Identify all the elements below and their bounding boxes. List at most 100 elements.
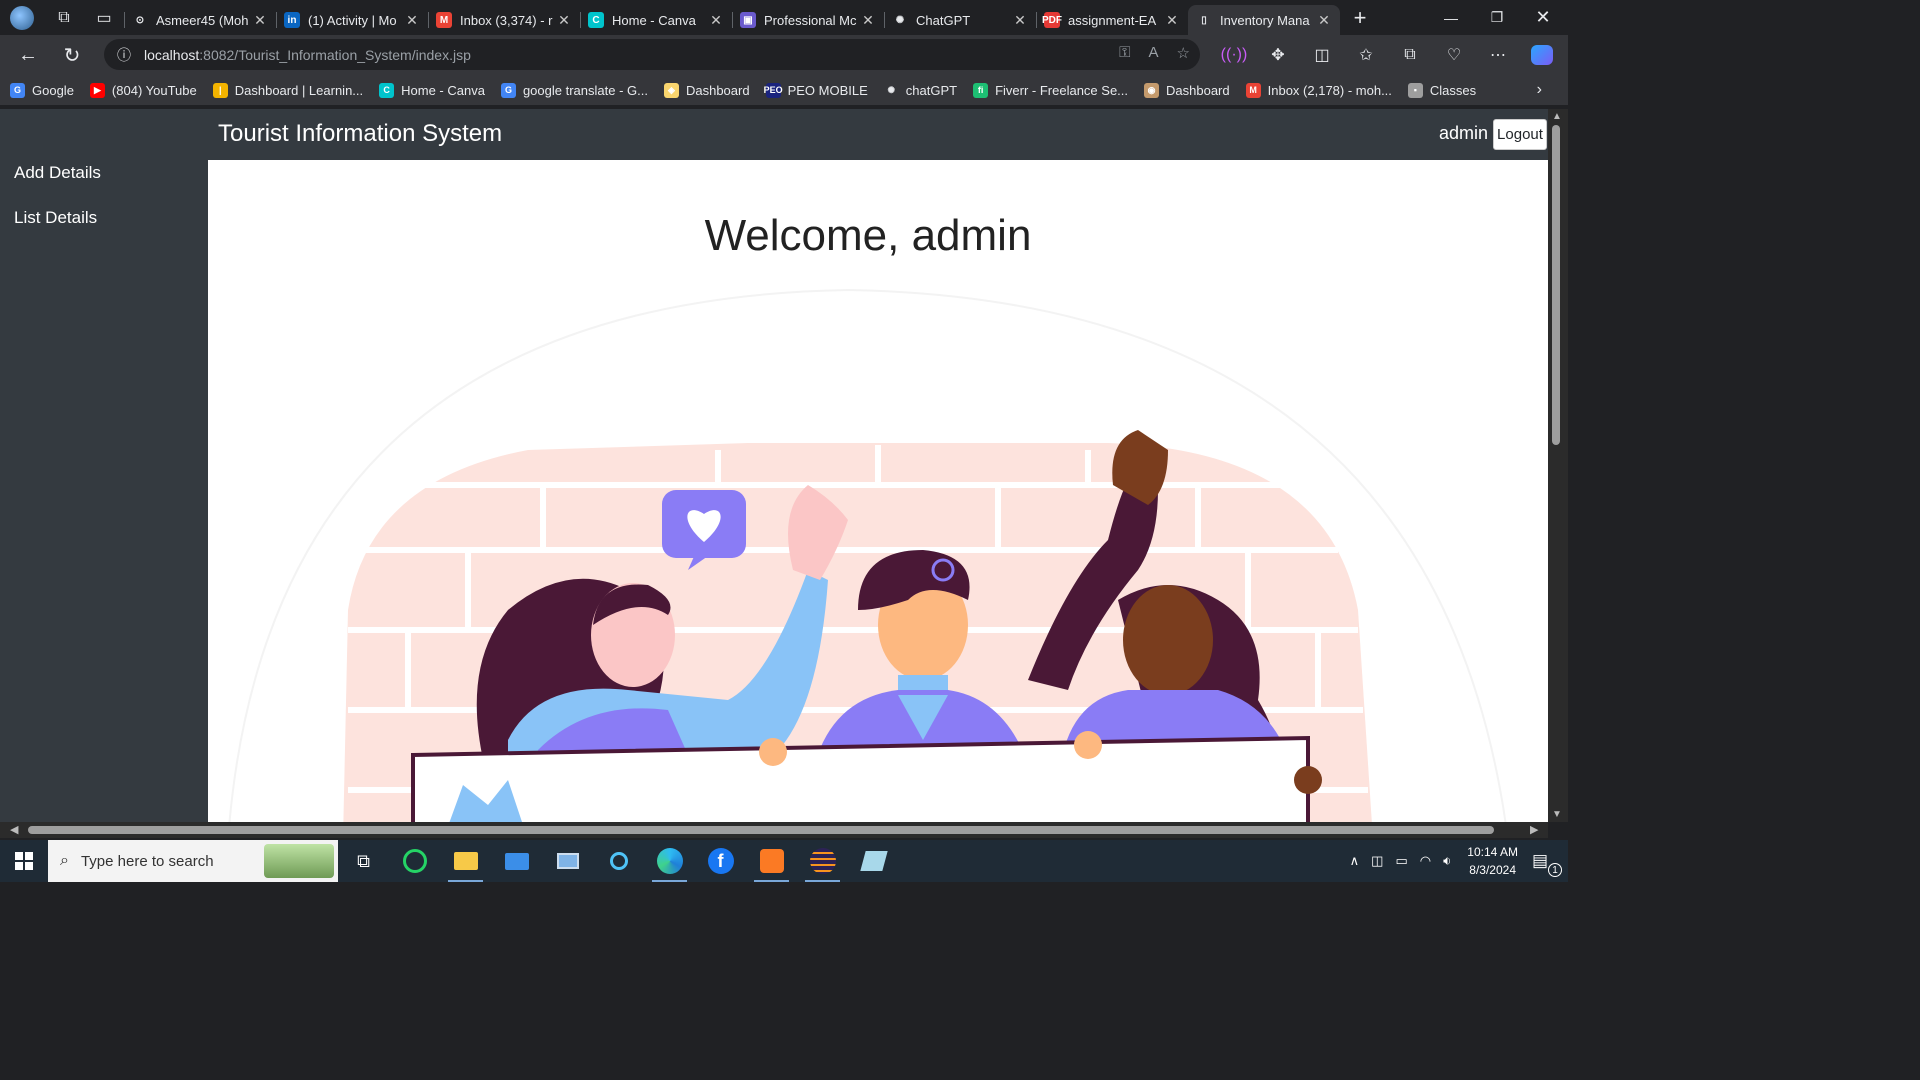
collections-icon[interactable]: ⧉: [1388, 39, 1432, 71]
bookmark-item[interactable]: M Inbox (2,178) - moh...: [1245, 82, 1392, 98]
tab-close-icon[interactable]: ✕: [1164, 12, 1180, 29]
browser-tab[interactable]: in (1) Activity | Mo ✕: [276, 5, 428, 35]
tab-close-icon[interactable]: ✕: [404, 12, 420, 29]
whatsapp-icon[interactable]: [389, 840, 440, 882]
bookmark-item[interactable]: ✺ chatGPT: [884, 83, 958, 98]
cortana-icon[interactable]: [593, 840, 644, 882]
taskbar-clock[interactable]: 10:14 AM 8/3/2024: [1467, 843, 1518, 879]
eclipse-icon[interactable]: [797, 840, 848, 882]
bookmark-item[interactable]: Ggoogle translate - G...: [500, 82, 648, 98]
edge-icon[interactable]: [644, 840, 695, 882]
bookmark-item[interactable]: C Home - Canva: [379, 82, 485, 98]
bookmark-favicon-icon: |: [212, 82, 228, 98]
close-window-icon[interactable]: ✕: [1520, 0, 1566, 35]
tab-title: ChatGPT: [916, 12, 971, 28]
bookmark-item[interactable]: ◈ Dashboard: [663, 82, 750, 98]
volume-icon[interactable]: 🔉︎: [1443, 853, 1451, 869]
bookmarks-bar: G Google ▶ (804) YouTube | Dashboard | Learni…: [0, 75, 1568, 105]
tab-favicon-icon: M: [436, 12, 452, 28]
bookmark-item[interactable]: G Google: [10, 82, 74, 98]
horizontal-scroll-thumb[interactable]: [28, 826, 1494, 834]
back-icon[interactable]: ←: [10, 39, 46, 71]
tab-close-icon[interactable]: ✕: [1012, 12, 1028, 29]
vertical-scroll-thumb[interactable]: [1552, 125, 1560, 445]
bookmarks-overflow-chevron-icon[interactable]: ›: [1537, 81, 1542, 99]
copilot-icon[interactable]: [1520, 39, 1564, 71]
bookmark-label: google translate - G...: [522, 82, 648, 98]
xampp-icon[interactable]: [746, 840, 797, 882]
sidebar-link-list-details[interactable]: List Details: [0, 195, 208, 240]
bookmark-label: Classes: [1429, 82, 1477, 98]
more-menu-icon[interactable]: ⋯: [1476, 39, 1520, 71]
tab-close-icon[interactable]: ✕: [708, 12, 724, 29]
tab-title: Inventory Mana: [1220, 12, 1310, 28]
logout-button[interactable]: Logout: [1493, 119, 1547, 150]
tab-close-icon[interactable]: ✕: [252, 12, 268, 29]
password-key-icon[interactable]: ⚿: [1119, 44, 1130, 62]
app-brand[interactable]: Tourist Information System: [218, 120, 502, 148]
sidebar-link-add-details[interactable]: Add Details: [0, 150, 208, 195]
browser-tab[interactable]: ⊙ Asmeer45 (Moh ✕: [124, 5, 276, 35]
split-screen-icon[interactable]: ◫: [1300, 39, 1344, 71]
address-bar[interactable]: ⓘ localhost:8082/Tourist_Information_Sys…: [104, 39, 1200, 70]
read-aloud-icon[interactable]: A: [1149, 44, 1159, 62]
restore-icon[interactable]: ❐: [1474, 0, 1520, 35]
windows-start-icon[interactable]: [0, 840, 48, 882]
bookmark-item[interactable]: ▪ Classes: [1407, 82, 1477, 98]
bookmark-label: Dashboard | Learnin...: [234, 82, 364, 98]
notepad-icon[interactable]: [848, 840, 899, 882]
bookmark-item[interactable]: fi Fiverr - Freelance Se...: [973, 82, 1128, 98]
bookmark-item[interactable]: | Dashboard | Learnin...: [212, 82, 364, 98]
battery-icon[interactable]: ▭: [1395, 853, 1407, 869]
bookmark-favicon-icon: ◈: [663, 82, 679, 98]
browser-tab[interactable]: C Home - Canva ✕: [580, 5, 732, 35]
tab-close-icon[interactable]: ✕: [556, 12, 572, 29]
top-navbar: Tourist Information System admin Logout: [208, 109, 1548, 160]
task-view-icon[interactable]: ⧉: [338, 840, 389, 882]
favorites-icon[interactable]: ✩: [1344, 39, 1388, 71]
profile-avatar-icon[interactable]: [0, 3, 44, 33]
computer-icon[interactable]: [542, 840, 593, 882]
taskbar-search-box[interactable]: ⌕ Type here to search: [48, 840, 338, 882]
tab-favicon-icon: C: [588, 12, 604, 28]
tab-favicon-icon: in: [284, 12, 300, 28]
tab-favicon-icon: ✺: [895, 14, 905, 26]
meet-now-icon[interactable]: ◫: [1371, 853, 1383, 869]
browser-tab[interactable]: M Inbox (3,374) - r ✕: [428, 5, 580, 35]
bookmark-item[interactable]: ◉ Dashboard: [1144, 82, 1230, 98]
horizontal-scrollbar[interactable]: ◀ ▶: [0, 822, 1548, 838]
file-explorer-icon[interactable]: [440, 840, 491, 882]
bookmark-favicon-icon: G: [500, 82, 516, 98]
vertical-tabs-icon[interactable]: ▭: [84, 3, 124, 33]
vertical-scrollbar[interactable]: ▲ ▼: [1548, 109, 1568, 822]
bookmark-item[interactable]: PEO PEO MOBILE: [764, 82, 868, 98]
windows-taskbar: ⌕ Type here to search ⧉ f ∧ ◫ ▭ ◠ 🔉︎ 10:…: [0, 840, 1568, 882]
site-info-icon[interactable]: ⓘ: [104, 45, 144, 65]
url-text[interactable]: localhost:8082/Tourist_Information_Syste…: [144, 47, 471, 63]
refresh-icon[interactable]: ↻: [54, 39, 90, 71]
tab-close-icon[interactable]: ✕: [1316, 12, 1332, 29]
bookmark-item[interactable]: ▶ (804) YouTube: [89, 82, 197, 98]
extensions-puzzle-icon[interactable]: ✥: [1256, 39, 1300, 71]
extension-copilot-icon[interactable]: ((·)): [1212, 39, 1256, 71]
bookmark-label: Home - Canva: [401, 82, 485, 98]
facebook-icon[interactable]: f: [695, 840, 746, 882]
tab-close-icon[interactable]: ✕: [860, 12, 876, 29]
new-tab-icon[interactable]: +: [1340, 3, 1380, 33]
workspaces-icon[interactable]: ⧉: [44, 3, 84, 33]
bookmark-label: Inbox (2,178) - moh...: [1267, 82, 1392, 98]
favorite-star-icon[interactable]: ☆: [1177, 44, 1190, 62]
browser-essentials-icon[interactable]: ♡: [1432, 39, 1476, 71]
wifi-icon[interactable]: ◠: [1420, 853, 1431, 869]
bookmark-favicon-icon: ▶: [89, 82, 105, 98]
sidebar: Add Details List Details: [0, 109, 208, 822]
browser-tab[interactable]: PDF assignment-EA ✕: [1036, 5, 1188, 35]
mail-icon[interactable]: [491, 840, 542, 882]
notification-center-icon[interactable]: ▤ 1: [1532, 851, 1562, 877]
minimize-icon[interactable]: —: [1428, 0, 1474, 35]
browser-tab[interactable]: ✺ ChatGPT ✕: [884, 5, 1036, 35]
bookmark-label: Dashboard: [1166, 82, 1230, 98]
browser-tab[interactable]: ▣ Professional Mc ✕: [732, 5, 884, 35]
tray-overflow-chevron-icon[interactable]: ∧: [1350, 853, 1360, 869]
browser-tab[interactable]: ▯ Inventory Mana ✕: [1188, 5, 1340, 35]
